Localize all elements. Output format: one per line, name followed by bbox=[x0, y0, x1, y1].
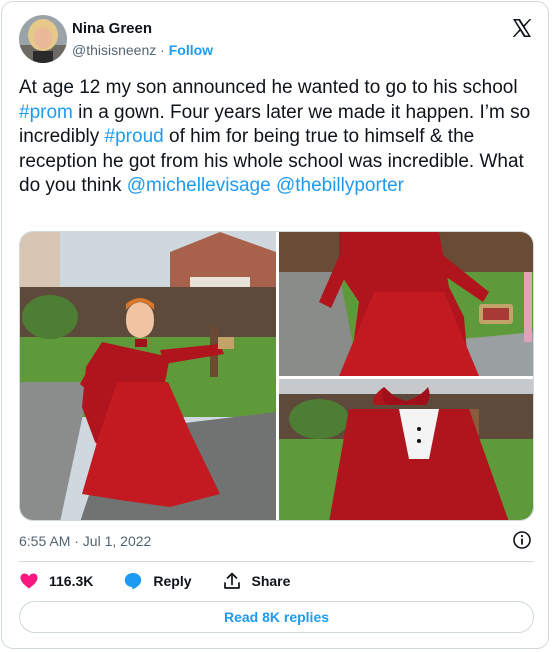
heart-icon bbox=[20, 573, 38, 589]
share-button[interactable]: Share bbox=[222, 571, 291, 591]
mention-thebillyporter-link[interactable]: @thebillyporter bbox=[276, 175, 404, 196]
photo-bottom-right[interactable] bbox=[279, 379, 533, 520]
mention-michellevisage-link[interactable]: @michellevisage bbox=[127, 175, 271, 196]
divider bbox=[19, 561, 534, 562]
share-icon bbox=[223, 572, 240, 589]
reply-button[interactable]: Reply bbox=[123, 571, 192, 591]
author-handle[interactable]: @thisisneenz bbox=[72, 42, 156, 58]
author-name[interactable]: Nina Green bbox=[72, 20, 152, 37]
photo-main[interactable] bbox=[20, 232, 276, 520]
hashtag-proud-link[interactable]: #proud bbox=[105, 126, 164, 147]
read-replies-label: Read 8K replies bbox=[223, 609, 330, 625]
like-button[interactable]: 116.3K bbox=[19, 571, 93, 591]
photo-top-right[interactable] bbox=[279, 232, 533, 376]
tweet-text: At age 12 my son announced he wanted to … bbox=[19, 76, 534, 199]
like-count: 116.3K bbox=[49, 573, 94, 589]
tweet-actions: 116.3K Reply Share bbox=[19, 570, 320, 592]
avatar[interactable] bbox=[19, 15, 67, 63]
hashtag-prom-link[interactable]: #prom bbox=[19, 102, 73, 123]
tweet-text-segment: At age 12 my son announced he wanted to … bbox=[19, 77, 518, 98]
tweet-timestamp[interactable]: 6:55 AM · Jul 1, 2022 bbox=[19, 533, 151, 549]
share-label: Share bbox=[251, 573, 291, 589]
author-handle-row: @thisisneenz · Follow bbox=[72, 42, 213, 58]
follow-button[interactable]: Follow bbox=[169, 42, 213, 58]
reply-label: Reply bbox=[153, 573, 192, 589]
media-grid bbox=[19, 231, 534, 521]
x-logo-icon[interactable] bbox=[510, 16, 534, 40]
read-replies-button[interactable]: Read 8K replies bbox=[19, 601, 534, 633]
separator-dot: · bbox=[160, 42, 165, 58]
reply-bubble-icon bbox=[125, 573, 142, 590]
info-icon[interactable] bbox=[512, 530, 532, 550]
